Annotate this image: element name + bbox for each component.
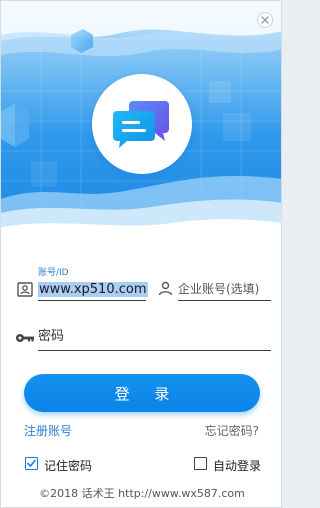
enterprise-placeholder: 企业账号(选填) (178, 282, 260, 296)
remember-password-checkbox[interactable] (25, 457, 38, 470)
close-button[interactable] (257, 12, 273, 28)
login-window: 账号/ID www.xp510.com 企业账号(选填) 密码 登 录 注册账号… (0, 0, 282, 508)
checkmark-icon (27, 459, 36, 467)
account-value: www.xp510.com (38, 282, 148, 297)
remember-password-label: 记住密码 (44, 459, 93, 473)
account-label: 账号/ID (38, 268, 69, 278)
auto-login-checkbox[interactable] (194, 457, 207, 470)
app-logo (92, 74, 192, 174)
password-placeholder: 密码 (38, 329, 65, 344)
hero-banner (1, 1, 281, 246)
auto-login-label: 自动登录 (213, 459, 262, 473)
close-icon (261, 16, 269, 24)
person-icon (157, 280, 173, 296)
account-input[interactable]: www.xp510.com (38, 279, 148, 301)
enterprise-account-input[interactable]: 企业账号(选填) (178, 279, 271, 301)
copyright-text: ©2018 话术王 http://www.wx587.com (39, 487, 245, 500)
login-button[interactable]: 登 录 (24, 374, 260, 412)
chat-bubbles-icon (113, 101, 169, 148)
key-icon (15, 331, 35, 345)
register-link[interactable]: 注册账号 (24, 422, 72, 439)
contact-card-icon (17, 281, 33, 297)
forgot-password-link[interactable]: 忘记密码? (205, 422, 259, 439)
password-input[interactable]: 密码 (38, 327, 271, 351)
